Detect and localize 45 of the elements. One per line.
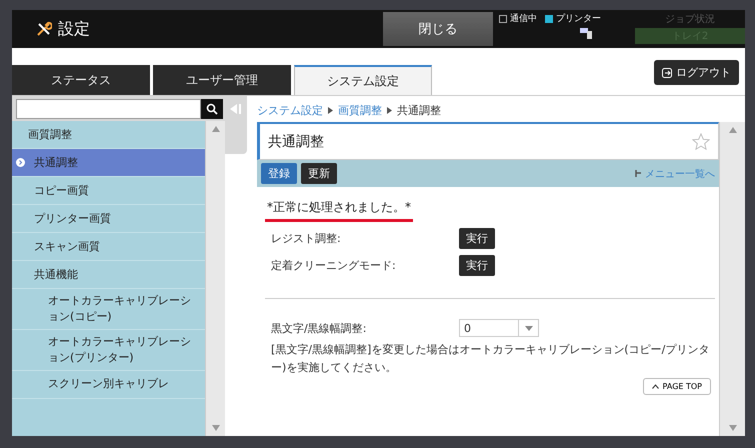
indicator-label: プリンター [556, 12, 601, 25]
indicator-label: 通信中 [510, 12, 537, 25]
chevron-up-icon [652, 384, 659, 390]
search-button[interactable] [201, 99, 223, 119]
update-button[interactable]: 更新 [301, 163, 337, 184]
logout-button[interactable]: ログアウト [654, 60, 739, 85]
logout-icon [662, 68, 672, 78]
scroll-down-icon [212, 425, 220, 431]
status-message: *正常に処理されました。* [265, 199, 413, 222]
tab[interactable]: システム設定 [294, 65, 432, 95]
tab[interactable]: ユーザー管理 [153, 65, 291, 95]
scrollbar[interactable] [719, 122, 745, 436]
arrow-icon [16, 158, 25, 167]
tools-icon [36, 21, 52, 37]
breadcrumb-separator-icon [387, 106, 392, 114]
scroll-up-icon [728, 127, 736, 133]
sidebar-item[interactable]: 共通調整 [12, 149, 205, 177]
search-field[interactable] [16, 99, 201, 119]
execute-button[interactable]: 実行 [459, 255, 495, 276]
star-icon[interactable] [692, 132, 710, 150]
setting-label: 定着クリーニングモード: [271, 258, 397, 273]
breadcrumb-link[interactable]: 画質調整 [338, 102, 382, 118]
scrollbar[interactable] [205, 121, 225, 436]
collapse-icon [230, 103, 242, 115]
window-title: 設定 [58, 18, 90, 40]
breadcrumb-current: 共通調整 [397, 102, 441, 118]
breadcrumb-separator-icon [328, 106, 333, 114]
breadcrumb-link[interactable]: システム設定 [257, 102, 323, 118]
setting-label: レジスト調整: [271, 231, 342, 246]
note-text: [黒文字/黒線幅調整]を変更した場合はオートカラーキャリブレーション(コピー/プリンター)を実施してください。 [271, 342, 710, 376]
scroll-down-icon [728, 425, 736, 431]
search-icon [206, 103, 218, 115]
close-button[interactable]: 閉じる [383, 12, 493, 46]
register-button[interactable]: 登録 [261, 163, 297, 184]
tab[interactable]: ステータス [12, 65, 150, 95]
value-dropdown[interactable]: 0 [459, 319, 539, 337]
job-status-label: ジョブ状況 [664, 12, 716, 26]
scroll-up-icon [212, 126, 220, 132]
printer-icon [579, 27, 593, 39]
page-top-button[interactable]: PAGE TOP [642, 378, 711, 396]
setting-label: 黒文字/黒線幅調整: [271, 320, 368, 336]
execute-button[interactable]: 実行 [459, 228, 495, 249]
caret-icon [524, 326, 532, 330]
page-title: 共通調整 [268, 132, 324, 150]
return-icon [634, 169, 642, 178]
